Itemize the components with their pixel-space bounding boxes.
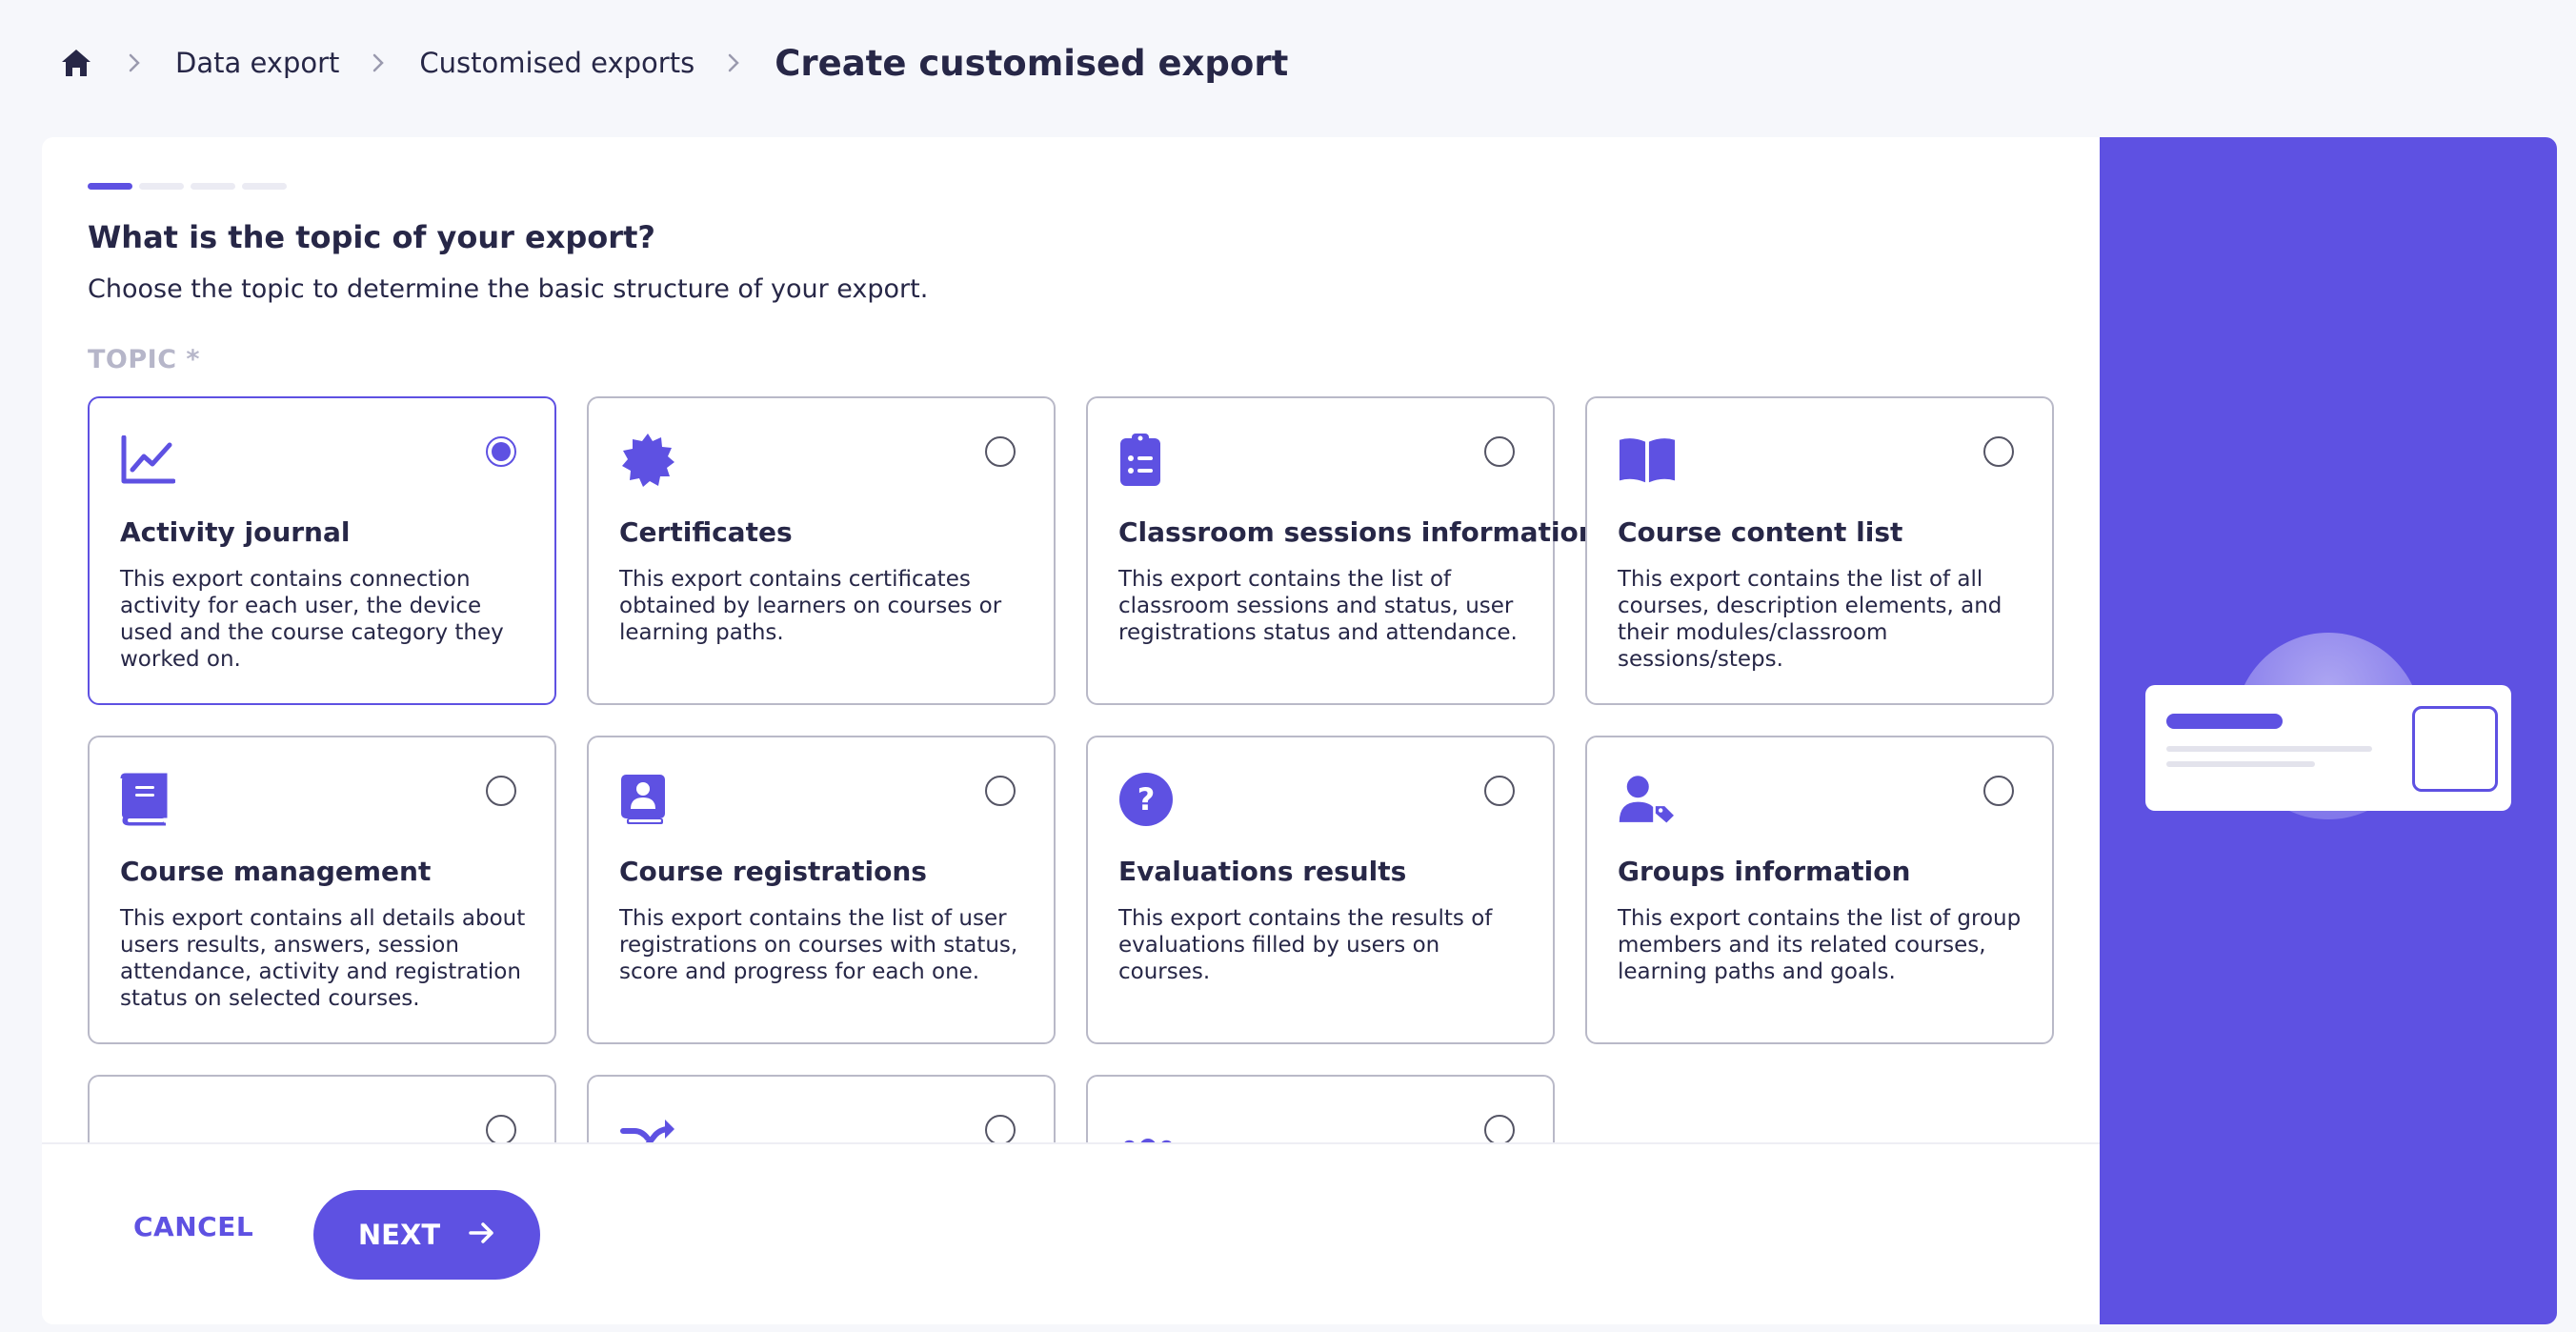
progress-step-2 — [139, 183, 184, 190]
topic-radio[interactable] — [985, 436, 1016, 467]
topic-radio[interactable] — [1484, 1115, 1515, 1142]
topic-radio[interactable] — [1983, 776, 2014, 806]
topic-radio[interactable] — [486, 776, 516, 806]
cancel-button[interactable]: CANCEL — [133, 1211, 253, 1242]
open-book-icon — [1618, 431, 1677, 490]
topic-card-description: This export contains the list of classro… — [1118, 567, 1518, 645]
breadcrumb: Data export Customised exports Create cu… — [57, 34, 1288, 91]
topic-card-shuffle[interactable] — [587, 1075, 1056, 1142]
next-button[interactable]: NEXT — [313, 1190, 540, 1280]
users-group-icon — [1118, 1109, 1177, 1142]
topic-card-description: This export contains connection activity… — [120, 567, 504, 672]
breadcrumb-data-export[interactable]: Data export — [175, 47, 339, 79]
wizard-panel: What is the topic of your export? Choose… — [42, 137, 2100, 1324]
breadcrumb-customised-exports[interactable]: Customised exports — [419, 47, 694, 79]
topic-card-course-management[interactable]: Course management This export contains a… — [88, 736, 556, 1044]
topic-radio[interactable] — [486, 1115, 516, 1142]
chevron-right-icon — [721, 50, 746, 75]
progress-step-4 — [242, 183, 287, 190]
user-book-icon — [619, 770, 678, 829]
topic-card-more[interactable] — [88, 1075, 556, 1142]
topic-card-certificates[interactable]: Certificates This export contains certif… — [587, 396, 1056, 705]
topic-radio[interactable] — [486, 436, 516, 467]
wizard-footer: CANCEL NEXT — [42, 1142, 2100, 1324]
illustration-line — [2166, 746, 2372, 752]
progress-step-3 — [191, 183, 235, 190]
question-subtitle: Choose the topic to determine the basic … — [88, 274, 929, 304]
topic-card-title: Course registrations — [619, 856, 927, 887]
user-tag-icon — [1618, 770, 1677, 829]
arrow-right-icon — [469, 1219, 495, 1251]
topic-card-course-registrations[interactable]: Course registrations This export contain… — [587, 736, 1056, 1044]
illustration-line — [2166, 761, 2315, 767]
shuffle-icon — [619, 1109, 678, 1142]
topic-card-title: Course management — [120, 856, 432, 887]
topic-radio[interactable] — [1484, 436, 1515, 467]
chevron-right-icon — [366, 50, 391, 75]
chart-line-icon — [120, 431, 179, 490]
topic-card-course-content-list[interactable]: Course content list This export contains… — [1585, 396, 2054, 705]
page-title: Create customised export — [775, 42, 1289, 84]
topic-card-description: This export contains the list of all cou… — [1618, 567, 2002, 672]
topic-card-evaluations-results[interactable]: ? Evaluations results This export contai… — [1086, 736, 1555, 1044]
topic-card-description: This export contains the list of group m… — [1618, 906, 2022, 984]
topic-card-description: This export contains the results of eval… — [1118, 906, 1493, 984]
chevron-right-icon — [122, 50, 147, 75]
topic-card-description: This export contains the list of user re… — [619, 906, 1018, 984]
topic-radio[interactable] — [985, 776, 1016, 806]
ellipsis-icon — [120, 1109, 179, 1142]
topic-card-title: Groups information — [1618, 856, 1911, 887]
topic-card-list: Activity journal This export contains co… — [88, 396, 2069, 1142]
illustration-bar — [2166, 714, 2283, 729]
topic-card-title: Activity journal — [120, 516, 351, 548]
topic-card-activity-journal[interactable]: Activity journal This export contains co… — [88, 396, 556, 705]
topic-card-title: Classroom sessions information — [1118, 516, 1598, 548]
topic-card-title: Course content list — [1618, 516, 1903, 548]
clipboard-list-icon — [1118, 431, 1177, 490]
topic-label: TOPIC * — [88, 345, 201, 374]
svg-text:?: ? — [1137, 781, 1156, 817]
topic-card-description: This export contains certificates obtain… — [619, 567, 1002, 645]
topic-card-description: This export contains all details about u… — [120, 906, 526, 1011]
topic-card-title: Evaluations results — [1118, 856, 1407, 887]
illustration-box — [2412, 706, 2498, 792]
home-icon[interactable] — [57, 44, 95, 82]
question-circle-icon: ? — [1118, 770, 1177, 829]
progress-step-1 — [88, 183, 132, 190]
book-icon — [120, 770, 179, 829]
topic-radio[interactable] — [1983, 436, 2014, 467]
certificate-badge-icon — [619, 431, 678, 490]
topic-card-users[interactable] — [1086, 1075, 1555, 1142]
illustration-card — [2145, 685, 2511, 811]
topic-card-title: Certificates — [619, 516, 793, 548]
topic-radio[interactable] — [985, 1115, 1016, 1142]
step-progress — [88, 183, 287, 190]
topic-card-groups-information[interactable]: Groups information This export contains … — [1585, 736, 2054, 1044]
topic-card-classroom-sessions[interactable]: Classroom sessions information This expo… — [1086, 396, 1598, 705]
question-title: What is the topic of your export? — [88, 219, 655, 255]
next-button-label: NEXT — [357, 1219, 441, 1251]
illustration-panel — [2100, 137, 2557, 1324]
topic-radio[interactable] — [1484, 776, 1515, 806]
